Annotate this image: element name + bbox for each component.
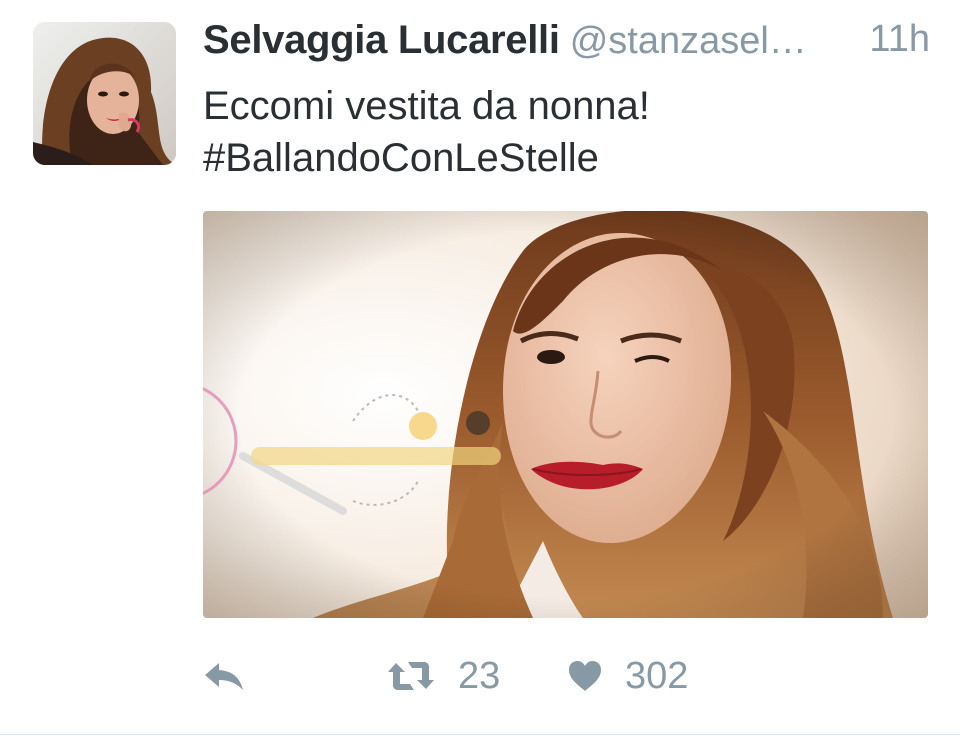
photo-image <box>203 211 928 618</box>
reply-icon <box>205 663 243 690</box>
hashtag-link[interactable]: #BallandoConLeStelle <box>203 132 923 184</box>
tweet-media-photo[interactable] <box>203 211 928 618</box>
tweet-header: Selvaggia Lucarelli @stanzasel… <box>203 18 933 70</box>
avatar[interactable] <box>33 22 176 165</box>
tweet-text-line: Eccomi vestita da nonna! <box>203 84 650 128</box>
retweet-icon <box>388 662 434 690</box>
display-name[interactable]: Selvaggia Lucarelli <box>203 18 560 62</box>
heart-icon <box>569 661 601 691</box>
like-button[interactable]: 302 <box>567 648 688 704</box>
tweet[interactable]: Selvaggia Lucarelli @stanzasel… 11h Eccom… <box>0 0 960 751</box>
timestamp[interactable]: 11h <box>869 18 930 61</box>
divider <box>0 734 960 735</box>
retweet-count: 23 <box>458 654 501 697</box>
user-handle[interactable]: @stanzasel… <box>570 20 807 62</box>
tweet-actions: 23 302 <box>203 648 923 704</box>
like-count: 302 <box>625 654 689 697</box>
avatar-image <box>33 22 176 165</box>
retweet-button[interactable]: 23 <box>386 648 500 704</box>
reply-button[interactable] <box>203 648 245 704</box>
tweet-text: Eccomi vestita da nonna! #BallandoConLeS… <box>203 80 923 184</box>
